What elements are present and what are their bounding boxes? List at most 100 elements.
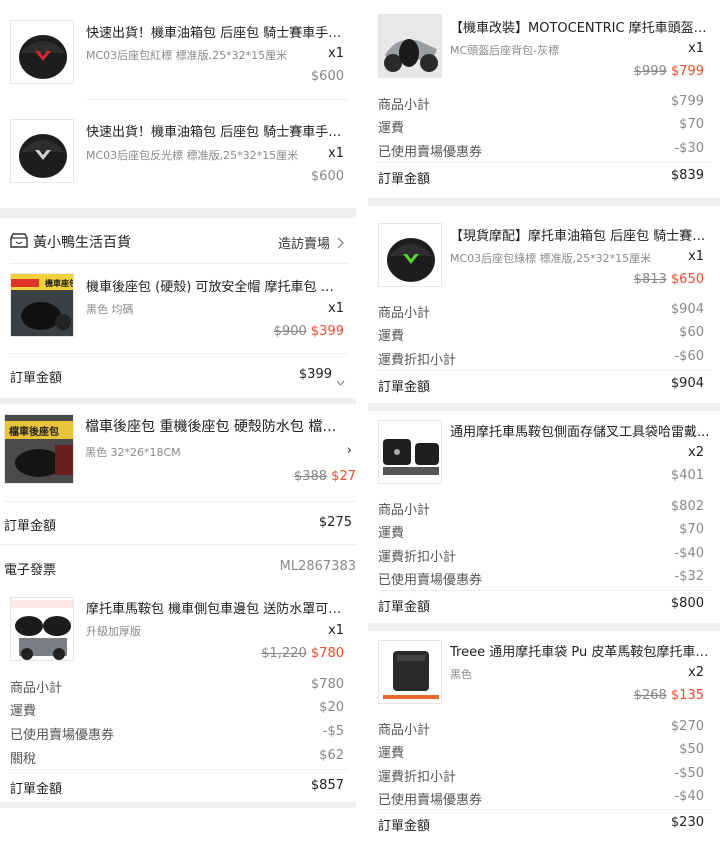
product-title[interactable]: 【現貨摩配】摩托車油箱包 后座包 騎士賽車... [450,225,712,244]
shipping-value: $70 [679,117,704,132]
product-title[interactable]: 【機車改裝】MOTOCENTRIC 摩托車頭盔包... [450,17,712,36]
svg-text:檔車後座包: 檔車後座包 [9,425,59,438]
subtotal-value: $904 [670,302,704,317]
shipping-value: $60 [679,325,704,340]
order-item[interactable]: Treee 通用摩托車袋 Pu 皮革馬鞍包摩托車卷... 黑色 x2 $268 … [368,631,720,713]
shop-name[interactable]: 黃小鴨生活百貨 [33,232,131,252]
invoice-number: ML2867383 [279,559,356,574]
order-item[interactable]: 機車座包 機車後座包 (硬殼) 可放安全帽 摩托車包 安... 黑色 均碼 x1… [0,264,356,352]
original-price: $388 [293,469,328,484]
tax-label: 關稅 [10,752,37,767]
order-total-value: $399 [298,367,332,382]
chevron-down-icon[interactable] [336,371,345,386]
product-price: $268 $135 [634,688,704,703]
product-variant: 黑色 [450,668,472,681]
order-item[interactable]: 快速出貨！機車油箱包 后座包 騎士賽車手提... MC03后座包紅標 標准版,2… [0,0,356,96]
product-title[interactable]: Treee 通用摩托車袋 Pu 皮革馬鞍包摩托車卷... [450,641,712,660]
order-total-value: $839 [670,168,704,183]
product-thumbnail[interactable]: 機車座包 [10,273,74,337]
svg-text:機車座包: 機車座包 [45,278,74,288]
shipping-value: $70 [679,522,704,537]
order-item[interactable]: 通用摩托車馬鞍包側面存儲叉工具袋哈雷戴... x2 $401 [368,411,720,493]
order-total-label: 訂單金額 [378,819,431,834]
order-total-label: 訂單金額 [4,519,57,534]
original-price: $1,220 [261,646,307,661]
coupon-label: 已使用賣場優惠券 [378,573,483,588]
product-variant: MC03后座包紅標 標准版,25*32*15厘米 [86,49,288,62]
order-total-label: 訂單金額 [10,371,63,386]
invoice-row[interactable]: 電子發票 ML2867383 [0,545,356,587]
shipping-discount-label: 運費折扣小計 [378,353,457,368]
shipping-label: 運費 [10,704,37,719]
order-item[interactable]: 【機車改裝】MOTOCENTRIC 摩托車頭盔包... MC頭盔后座背包-灰標 … [368,0,720,88]
product-quantity: x1 [688,41,704,56]
order-total-value: $230 [670,815,704,830]
product-price: $388 $27 [294,469,356,484]
product-thumbnail[interactable] [378,14,442,78]
order-total-row[interactable]: 訂單金額 $904 [368,371,720,399]
order-item[interactable]: 摩托車馬鞍包 機車側包車邊包 送防水罩可放... 升級加厚版 x1 $1,220… [0,588,356,674]
order-total-row[interactable]: 訂單金額 $839 [368,163,720,191]
sale-price: $27 [331,469,356,484]
side-tool-bag-image [379,421,441,483]
subtotal-label: 商品小計 [378,306,431,321]
shipping-discount-label: 運費折扣小計 [378,550,457,565]
item-quantity-chevron[interactable]: › [347,443,352,458]
product-title[interactable]: 檔車後座包 重機後座包 硬殼防水包 檔車後... [85,416,349,436]
product-title[interactable]: 通用摩托車馬鞍包側面存儲叉工具袋哈雷戴... [450,421,712,440]
product-thumbnail[interactable] [10,597,74,661]
product-thumbnail[interactable] [378,223,442,287]
product-price: $900 $399 [274,324,344,339]
column-gutter [356,0,368,845]
product-title[interactable]: 機車後座包 (硬殼) 可放安全帽 摩托車包 安... [86,276,342,295]
section-separator [368,198,720,206]
product-title[interactable]: 摩托車馬鞍包 機車側包車邊包 送防水罩可放... [86,598,348,617]
subtotal-label: 商品小計 [378,503,431,518]
shop-header[interactable]: 黃小鴨生活百貨 造訪賣場 [0,218,356,264]
order-summary: 商品小計 $799 運費 $70 已使用賣場優惠券 -$30 [368,90,720,160]
product-variant: 黑色 32*26*18CM [85,446,181,459]
product-thumbnail[interactable] [10,20,74,84]
invoice-label: 電子發票 [4,563,57,578]
product-quantity: x1 [328,46,344,61]
tank-bag-silver-image [11,120,73,182]
product-variant: MC03后座包反光標 標准版,25*32*15厘米 [86,149,299,162]
order-total-row[interactable]: 訂單金額 $399 [0,354,356,394]
order-item[interactable]: 快速出貨！機車油箱包 后座包 騎士賽車手提... MC03后座包反光標 標准版,… [0,100,356,196]
subtotal-value: $270 [670,719,704,734]
tax-value: $62 [319,748,344,763]
order-total-row[interactable]: 訂單金額 $230 [368,810,720,838]
chevron-right-icon[interactable] [336,234,344,249]
hard-shell-seat-bag-image: 機車座包 [11,274,74,336]
product-price: $813 $650 [634,272,704,287]
order-total-row[interactable]: 訂單金額 $857 [0,770,356,802]
original-price: $268 [633,688,667,703]
shipping-label: 運費 [378,526,405,541]
product-title[interactable]: 快速出貨！機車油箱包 后座包 騎士賽車手提... [86,22,348,41]
original-price: $900 [273,324,307,339]
order-total-row[interactable]: 訂單金額 $800 [368,591,720,619]
shipping-label: 運費 [378,121,405,136]
product-price: $401 [670,468,704,483]
product-price: $999 $799 [634,64,704,79]
order-item[interactable]: 【現貨摩配】摩托車油箱包 后座包 騎士賽車... MC03后座包綠標 標准版,2… [368,206,720,294]
order-summary: 商品小計 $904 運費 $60 運費折扣小計 -$60 [368,298,720,368]
product-quantity: x2 [688,445,704,460]
leather-saddle-bag-image [379,641,441,703]
shipping-value: $50 [679,742,704,757]
sale-price: $399 [310,324,344,339]
product-thumbnail[interactable] [378,420,442,484]
shipping-discount-value: -$60 [674,349,704,364]
shipping-label: 運費 [378,746,405,761]
visit-shop-link[interactable]: 造訪賣場 [278,233,330,252]
order-total-row[interactable]: 訂單金額 $275 [0,502,356,542]
order-total-value: $904 [670,376,704,391]
product-thumbnail[interactable]: 檔車後座包 [4,414,74,484]
section-separator [0,208,356,218]
product-thumbnail[interactable] [378,640,442,704]
product-thumbnail[interactable] [10,119,74,183]
left-order-column: 快速出貨！機車油箱包 后座包 騎士賽車手提... MC03后座包紅標 標准版,2… [0,0,356,845]
product-title[interactable]: 快速出貨！機車油箱包 后座包 騎士賽車手提... [86,121,348,140]
order-item[interactable]: 檔車後座包 檔車後座包 重機後座包 硬殼防水包 檔車後... 黑色 32*26*… [0,404,356,500]
product-variant: 升級加厚版 [86,625,141,638]
